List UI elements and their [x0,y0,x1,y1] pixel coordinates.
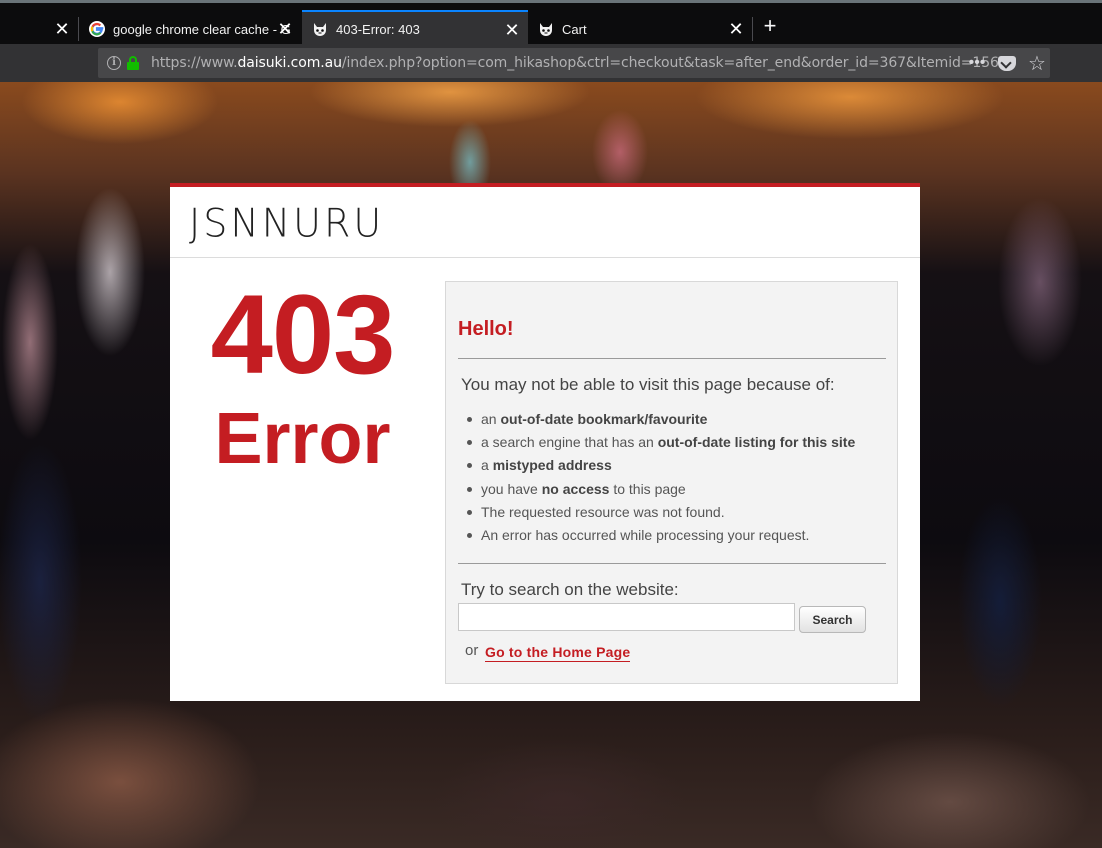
divider [458,358,886,359]
error-label: Error [214,399,391,479]
url-actions: ••• ☆ [968,48,1046,78]
tab-cart[interactable]: Cart ✕ [528,11,752,47]
error-info-panel: Hello! You may not be able to visit this… [445,281,898,684]
tab-separator [752,17,753,41]
url-domain: daisuki.com.au [237,55,342,71]
tab-google-search[interactable]: google chrome clear cache - G ✕ [79,11,301,47]
close-tab-icon[interactable]: ✕ [277,20,293,38]
site-favicon-icon [540,23,552,36]
reasons-list: an out-of-date bookmark/favourite a sear… [467,410,855,549]
site-favicon-icon [314,23,326,36]
page-actions-icon[interactable]: ••• [968,54,986,72]
list-item: The requested resource was not found. [467,503,855,526]
error-card: JSNNURU 403 Error Hello! You may not be … [170,183,920,701]
card-header: JSNNURU [170,187,920,258]
close-tab-icon[interactable]: ✕ [728,20,744,38]
list-item: a search engine that has an out-of-date … [467,433,855,456]
or-label: or [465,642,479,659]
close-tab-icon[interactable]: ✕ [504,21,520,39]
search-heading: Try to search on the website: [461,580,679,599]
list-item: a mistyped address [467,456,855,479]
tab-title: Cart [562,21,587,37]
search-input[interactable] [458,603,795,631]
error-code: 403 [210,272,396,397]
home-page-link[interactable]: Go to the Home Page [485,644,631,662]
tab-title: 403-Error: 403 [336,21,420,37]
tab-403-error[interactable]: 403-Error: 403 ✕ [302,10,528,46]
list-item: you have no access to this page [467,480,855,503]
reasons-heading: You may not be able to visit this page b… [461,375,835,394]
url-path: /index.php?option=com_hikashop&ctrl=chec… [341,55,1008,71]
bookmark-star-icon[interactable]: ☆ [1028,51,1046,76]
url-text[interactable]: https://www.daisuki.com.au/index.php?opt… [151,55,1008,71]
secure-lock-icon[interactable] [127,56,139,70]
divider [458,563,886,564]
greeting-heading: Hello! [458,318,514,340]
pocket-icon[interactable] [998,55,1016,71]
tab-bar: ✕ google chrome clear cache - G ✕ 403-Er… [0,0,1102,47]
address-bar[interactable]: i https://www.daisuki.com.au/index.php?o… [98,48,1050,78]
tab-blank[interactable]: ✕ [0,11,78,47]
tab-title: google chrome clear cache - G [113,21,291,37]
site-logo[interactable]: JSNNURU [189,201,384,246]
close-tab-icon[interactable]: ✕ [54,20,70,38]
search-button[interactable]: Search [799,606,866,633]
list-item: an out-of-date bookmark/favourite [467,410,855,433]
page-info-icon[interactable]: i [107,56,121,70]
url-prefix: https://www. [151,55,238,71]
list-item: An error has occurred while processing y… [467,526,855,549]
new-tab-button[interactable]: + [758,14,782,40]
google-icon [89,21,105,37]
nav-bar: i https://www.daisuki.com.au/index.php?o… [0,44,1102,82]
